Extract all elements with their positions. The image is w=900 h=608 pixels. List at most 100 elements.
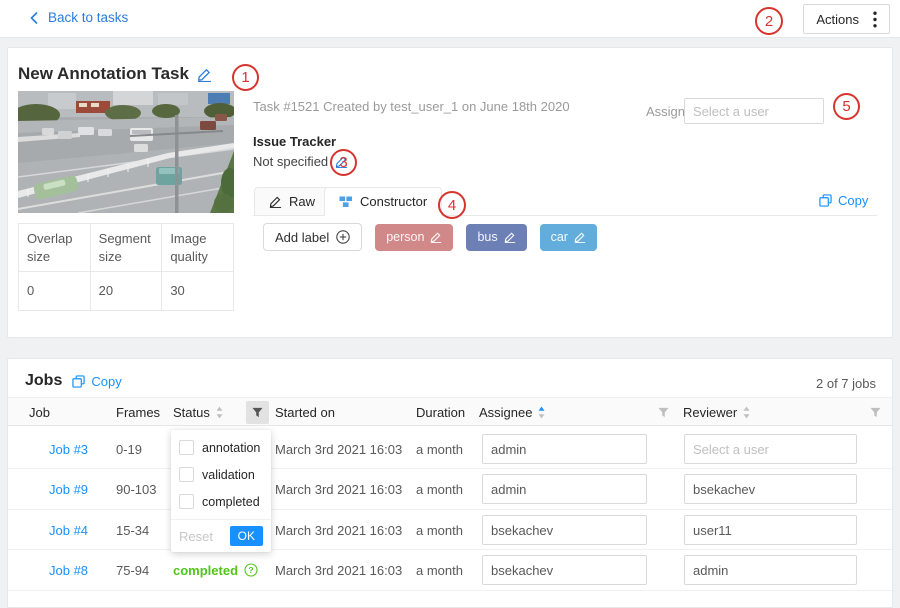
filter-ok-button[interactable]: OK	[230, 526, 263, 546]
frames-cell: 15-34	[116, 510, 149, 550]
column-reviewer[interactable]: Reviewer	[683, 398, 751, 427]
tab-constructor[interactable]: Constructor	[324, 187, 442, 216]
assignee-input-job9[interactable]	[482, 474, 647, 504]
assignee-input-job4[interactable]	[482, 515, 647, 545]
param-header-quality: Image quality	[162, 224, 234, 272]
jobs-title: Jobs	[25, 372, 62, 390]
reviewer-input-job4[interactable]	[684, 515, 857, 545]
assignee-filter-icon[interactable]	[658, 398, 669, 427]
reviewer-filter-icon[interactable]	[870, 398, 881, 427]
table-row-job4: Job #4 15-34 March 3rd 2021 16:03 a mont…	[8, 510, 892, 550]
chevron-left-icon	[28, 12, 40, 24]
filter-option-annotation[interactable]: annotation	[171, 434, 271, 461]
checkbox-completed[interactable]	[179, 494, 194, 509]
started-cell: March 3rd 2021 16:03	[275, 510, 402, 550]
back-to-tasks-label: Back to tasks	[48, 10, 128, 25]
task-title: New Annotation Task	[18, 64, 189, 84]
job-8-link[interactable]: Job #8	[49, 550, 88, 590]
job-3-link[interactable]: Job #3	[49, 429, 88, 469]
copy-icon	[72, 375, 85, 388]
status-filter-dropdown: annotation validation completed Reset OK	[171, 430, 271, 552]
duration-cell: a month	[416, 469, 463, 509]
status-filter-icon[interactable]	[246, 401, 269, 424]
callout-5: 5	[833, 93, 860, 120]
edit-task-name-icon[interactable]	[197, 67, 212, 82]
sort-carets-icon[interactable]	[215, 405, 224, 420]
back-to-tasks-link[interactable]: Back to tasks	[28, 10, 128, 25]
label-chip-bus-text: bus	[477, 230, 497, 244]
frames-cell: 75-94	[116, 550, 149, 590]
param-value-quality: 30	[162, 272, 234, 311]
kebab-menu-icon	[873, 11, 877, 28]
table-row-job8: Job #8 75-94 completed ? March 3rd 2021 …	[8, 550, 892, 591]
filter-option-completed[interactable]: completed	[171, 488, 271, 515]
table-row-job9: Job #9 90-103 March 3rd 2021 16:03 a mon…	[8, 469, 892, 510]
table-row-job3: Job #3 0-19 March 3rd 2021 16:03 a month	[8, 429, 892, 469]
column-assignee[interactable]: Assignee	[479, 398, 546, 427]
copy-labels-label: Copy	[838, 193, 868, 208]
edit-label-bus-icon[interactable]	[504, 231, 516, 243]
job-4-link[interactable]: Job #4	[49, 510, 88, 550]
assigned-to-input[interactable]	[684, 98, 824, 124]
reviewer-input-job3[interactable]	[684, 434, 857, 464]
reviewer-input-job8[interactable]	[684, 555, 857, 585]
task-meta: Task #1521 Created by test_user_1 on Jun…	[253, 99, 570, 114]
actions-label: Actions	[816, 12, 859, 27]
filter-reset-button[interactable]: Reset	[179, 529, 213, 544]
tab-constructor-label: Constructor	[360, 194, 427, 209]
add-label-button[interactable]: Add label	[263, 223, 362, 251]
callout-1: 1	[232, 64, 259, 91]
jobs-count: 2 of 7 jobs	[816, 376, 876, 391]
assignee-input-job8[interactable]	[482, 555, 647, 585]
param-value-segment: 20	[90, 272, 162, 311]
sort-carets-icon[interactable]	[742, 405, 751, 420]
task-parameters-table: Overlap size Segment size Image quality …	[18, 223, 234, 311]
param-header-segment: Segment size	[90, 224, 162, 272]
column-duration: Duration	[416, 398, 465, 427]
frames-cell: 0-19	[116, 429, 142, 469]
jobs-table-header: Job Frames Status Started on Duration As…	[8, 397, 892, 426]
tab-raw[interactable]: Raw	[254, 187, 330, 216]
status-cell-completed: completed ?	[173, 550, 258, 590]
task-preview-image	[18, 91, 234, 213]
filter-option-validation[interactable]: validation	[171, 461, 271, 488]
actions-button[interactable]: Actions	[803, 4, 890, 34]
label-chip-person[interactable]: person	[375, 224, 453, 251]
sort-carets-icon-active-asc[interactable]	[537, 405, 546, 420]
duration-cell: a month	[416, 550, 463, 590]
reviewer-input-job9[interactable]	[684, 474, 857, 504]
checkbox-validation[interactable]	[179, 467, 194, 482]
callout-2: 2	[755, 7, 783, 35]
column-frames: Frames	[116, 398, 160, 427]
constructor-blocks-icon	[339, 196, 353, 208]
copy-jobs-label: Copy	[91, 374, 121, 389]
traffic-scene-illustration	[18, 91, 234, 213]
jobs-card: Jobs Copy 2 of 7 jobs Job Frames Status …	[7, 358, 893, 608]
checkbox-annotation[interactable]	[179, 440, 194, 455]
pencil-icon	[269, 195, 282, 208]
column-status[interactable]: Status	[173, 398, 224, 427]
assignee-input-job3[interactable]	[482, 434, 647, 464]
issue-tracker-value: Not specified	[253, 154, 328, 169]
plus-circle-icon	[336, 230, 350, 244]
duration-cell: a month	[416, 510, 463, 550]
task-title-row: New Annotation Task	[18, 64, 212, 84]
duration-cell: a month	[416, 429, 463, 469]
labels-row: Add label person bus car	[263, 223, 597, 251]
question-circle-icon[interactable]: ?	[244, 563, 258, 577]
job-9-link[interactable]: Job #9	[49, 469, 88, 509]
label-chip-car[interactable]: car	[540, 224, 597, 251]
frames-cell: 90-103	[116, 469, 156, 509]
label-chip-bus[interactable]: bus	[466, 224, 526, 251]
label-chip-person-text: person	[386, 230, 424, 244]
svg-text:?: ?	[248, 565, 253, 575]
started-cell: March 3rd 2021 16:03	[275, 550, 402, 590]
copy-labels-link[interactable]: Copy	[819, 193, 868, 208]
copy-jobs-link[interactable]: Copy	[72, 374, 121, 389]
edit-label-person-icon[interactable]	[430, 231, 442, 243]
edit-label-car-icon[interactable]	[574, 231, 586, 243]
started-cell: March 3rd 2021 16:03	[275, 469, 402, 509]
column-job: Job	[29, 398, 50, 427]
param-header-overlap: Overlap size	[19, 224, 91, 272]
issue-tracker-label: Issue Tracker	[253, 134, 336, 149]
